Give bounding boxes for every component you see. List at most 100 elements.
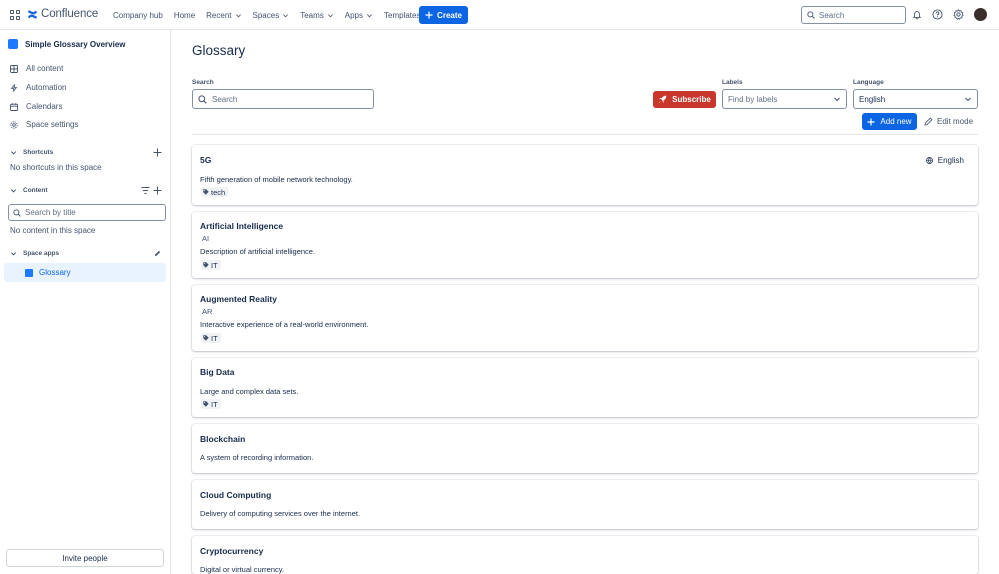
sidebar-item-label: Glossary — [39, 268, 71, 277]
nav-templates[interactable]: Templates — [384, 11, 420, 20]
content-section-toggle[interactable]: Content — [10, 187, 48, 194]
entry-description: Digital or virtual currency. — [200, 565, 285, 574]
chevron-down-icon — [834, 97, 840, 102]
entry-abbreviation: AR — [202, 307, 213, 316]
search-icon — [13, 208, 21, 217]
add-shortcut-plus-icon[interactable] — [153, 148, 162, 157]
space-header[interactable]: Simple Glossary Overview — [8, 39, 126, 49]
entry-title: Blockchain — [200, 434, 246, 444]
entry-description: Delivery of computing services over the … — [200, 509, 361, 518]
entry-tag[interactable]: IT — [201, 333, 221, 343]
search-icon — [807, 11, 815, 19]
entry-tag[interactable]: tech — [201, 187, 229, 197]
no-content-text: No content in this space — [10, 226, 96, 235]
glossary-entry-card[interactable]: Augmented Reality AR Interactive experie… — [192, 285, 978, 351]
edit-pencil-icon[interactable] — [154, 250, 161, 257]
sidebar-item-label: Space settings — [26, 120, 79, 129]
add-content-plus-icon[interactable] — [153, 186, 162, 195]
entry-title: Big Data — [200, 367, 235, 377]
entry-description: A system of recording information. — [200, 453, 314, 462]
logo-text: Confluence — [41, 8, 99, 20]
entry-tag[interactable]: IT — [201, 399, 221, 409]
add-new-label: Add new — [880, 117, 912, 126]
create-button[interactable]: Create — [419, 6, 468, 24]
search-placeholder: Search by title — [25, 208, 76, 217]
labels-field-label: Labels — [722, 79, 743, 86]
nav-label: Teams — [300, 10, 324, 20]
glossary-entry-card[interactable]: Cloud Computing Delivery of computing se… — [192, 480, 978, 529]
plus-icon — [867, 118, 875, 125]
glossary-entry-card[interactable]: Blockchain A system of recording informa… — [192, 424, 978, 473]
sidebar-item-glossary[interactable]: Glossary — [4, 263, 166, 282]
search-placeholder: Search — [212, 94, 238, 104]
tag-icon — [203, 262, 209, 268]
entry-title: 5G — [200, 155, 212, 165]
edit-mode-button[interactable]: Edit mode — [924, 113, 973, 130]
help-icon[interactable] — [932, 9, 944, 21]
app-switcher-icon[interactable] — [10, 10, 20, 20]
nav-label: Apps — [344, 10, 363, 20]
nav-spaces[interactable]: Spaces — [253, 11, 290, 20]
glossary-entry-card[interactable]: Cryptocurrency Digital or virtual curren… — [192, 536, 978, 574]
user-avatar[interactable] — [974, 8, 987, 21]
filter-icon[interactable] — [141, 186, 150, 195]
chevron-down-icon — [965, 97, 971, 102]
shortcuts-section-toggle[interactable]: Shortcuts — [10, 149, 53, 156]
labels-select[interactable]: Find by labels — [722, 89, 847, 109]
search-field-label: Search — [192, 79, 214, 86]
glossary-search-input[interactable]: Search — [192, 89, 374, 109]
glossary-entry-card[interactable]: Artificial Intelligence AI Description o… — [192, 212, 978, 278]
entry-language: English — [925, 156, 964, 165]
nav-company-hub[interactable]: Company hub — [113, 11, 163, 20]
grid-icon — [10, 64, 18, 73]
space-sidebar: Simple Glossary Overview All content Aut… — [0, 30, 171, 574]
nav-apps[interactable]: Apps — [345, 11, 373, 20]
entry-description: Description of artificial intelligence. — [200, 247, 316, 256]
language-value: English — [859, 94, 886, 104]
glossary-entry-card[interactable]: 5G English Fifth generation of mobile ne… — [192, 145, 978, 205]
entry-title: Augmented Reality — [200, 294, 277, 304]
nav-label: Company hub — [113, 10, 163, 20]
space-apps-section-toggle[interactable]: Space apps — [10, 250, 59, 257]
search-by-title-input[interactable]: Search by title — [8, 204, 166, 221]
glossary-app-icon — [25, 268, 33, 277]
sidebar-item-calendars[interactable]: Calendars — [10, 102, 62, 111]
rocket-icon — [659, 95, 667, 104]
language-select[interactable]: English — [853, 89, 978, 109]
tag-icon — [203, 335, 209, 341]
sidebar-item-automation[interactable]: Automation — [10, 83, 66, 92]
subscribe-label: Subscribe — [672, 95, 711, 104]
space-avatar-icon — [8, 39, 18, 49]
sidebar-item-all-content[interactable]: All content — [10, 64, 63, 73]
chevron-down-icon — [327, 13, 333, 17]
lightning-icon — [10, 83, 18, 92]
confluence-logo[interactable]: Confluence — [27, 8, 98, 20]
gear-icon — [10, 120, 18, 129]
invite-people-button[interactable]: Invite people — [6, 549, 164, 567]
glossary-entry-card[interactable]: Big Data Large and complex data sets. IT — [192, 358, 978, 417]
search-placeholder: Search — [819, 10, 845, 20]
nav-home[interactable]: Home — [174, 11, 195, 20]
confluence-logo-icon — [27, 9, 38, 19]
subscribe-button[interactable]: Subscribe — [653, 91, 716, 108]
pencil-icon — [924, 117, 933, 126]
primary-nav: Company hub Home Recent Spaces Teams App… — [113, 0, 431, 30]
settings-gear-icon[interactable] — [953, 9, 965, 21]
divider — [192, 134, 978, 135]
nav-label: Templates — [384, 10, 421, 20]
page-title: Glossary — [192, 43, 246, 58]
global-search-input[interactable]: Search — [801, 6, 906, 24]
add-new-button[interactable]: Add new — [862, 113, 917, 130]
sidebar-item-space-settings[interactable]: Space settings — [10, 120, 78, 129]
globe-icon — [925, 157, 933, 164]
nav-teams[interactable]: Teams — [300, 11, 334, 20]
sidebar-item-label: All content — [26, 64, 64, 73]
chevron-down-icon — [10, 151, 17, 155]
sidebar-item-label: Calendars — [26, 102, 63, 111]
section-label: Shortcuts — [23, 149, 54, 156]
entry-tag[interactable]: IT — [201, 260, 221, 270]
notifications-bell-icon[interactable] — [912, 9, 924, 21]
nav-recent[interactable]: Recent — [206, 11, 241, 20]
entry-language-label: English — [937, 156, 964, 165]
labels-placeholder: Find by labels — [728, 94, 778, 104]
